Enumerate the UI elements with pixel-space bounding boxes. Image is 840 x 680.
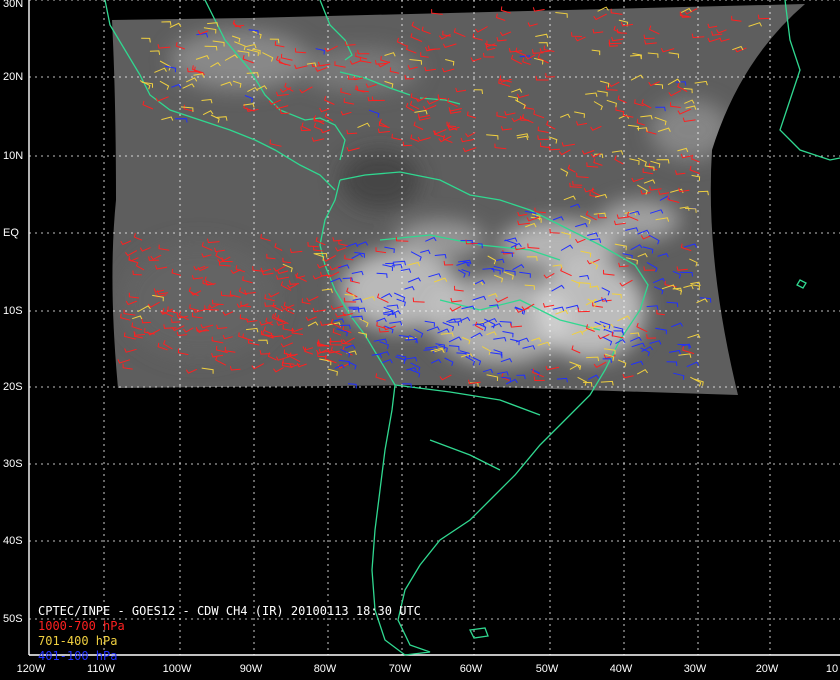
lat-label-20s: 20S (3, 381, 23, 393)
lat-label-30n: 30N (3, 0, 24, 10)
andes-border (394, 384, 541, 416)
lat-label-40s: 40S (3, 535, 23, 547)
falklands (469, 627, 489, 639)
africa-coast (779, 0, 840, 161)
lon-label-80w: 80W (313, 663, 337, 675)
lat-label-30s: 30S (3, 458, 23, 470)
satellite-image-swath (112, 4, 805, 395)
wind-barb (532, 7, 545, 12)
map-caption-block: CPTEC/INPE - GOES12 - CDW CH4 (IR) 20100… (38, 604, 421, 664)
lon-label-70w: 70W (388, 663, 412, 675)
cape-verde (796, 279, 807, 289)
legend-701-400-hpa: 701-400 hPa (38, 634, 118, 648)
plata-border (429, 439, 501, 471)
lon-label-100w: 100W (162, 663, 192, 675)
lat-label-50s: 50S (3, 613, 23, 625)
lon-label-110w: 110W (87, 663, 115, 675)
map-caption: CPTEC/INPE - GOES12 - CDW CH4 (IR) 20100… (38, 604, 421, 618)
lat-label-10n: 10N (3, 150, 24, 162)
lon-label-30w: 30W (683, 663, 707, 675)
lon-label-120w: 120W (16, 663, 46, 675)
lon-label-90w: 90W (239, 663, 263, 675)
lon-label-10: 10 (825, 663, 839, 675)
lon-label-50w: 50W (535, 663, 559, 675)
legend-401-100-hpa: 401-100 hPa (38, 649, 118, 663)
lat-label-10s: 10S (3, 305, 23, 317)
legend-1000-700-hpa: 1000-700 hPa (38, 619, 125, 633)
lat-label-eq: EQ (3, 227, 19, 239)
satellite-map (28, 0, 840, 656)
lon-label-60w: 60W (459, 663, 483, 675)
lon-label-20w: 20W (755, 663, 779, 675)
lon-label-40w: 40W (609, 663, 633, 675)
lat-label-20n: 20N (3, 71, 24, 83)
